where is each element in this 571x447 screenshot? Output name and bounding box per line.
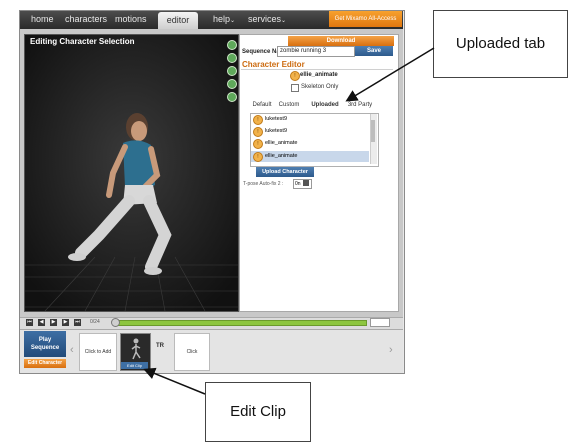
- callout-arrows: [143, 47, 435, 395]
- arrow-to-uploaded-tab: [345, 47, 435, 102]
- arrow-to-edit-clip: [143, 367, 206, 395]
